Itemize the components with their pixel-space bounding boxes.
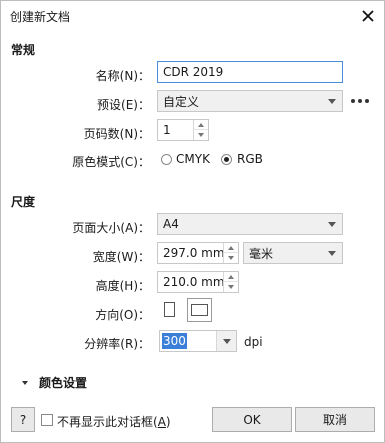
radio-rgb[interactable] <box>221 154 232 165</box>
stepper-buttons <box>223 272 238 292</box>
stepper-up-button[interactable] <box>194 120 208 130</box>
page-size-label: 页面大小(A)： <box>72 221 150 235</box>
landscape-button[interactable] <box>187 298 212 322</box>
resolution-label: 分辨率(R)： <box>84 337 150 351</box>
arrow-up-icon <box>198 122 204 127</box>
page-size-value: A4 <box>163 217 179 231</box>
pages-value: 1 <box>163 123 171 137</box>
resolution-unit: dpi <box>244 335 263 349</box>
stepper-down-button[interactable] <box>224 282 238 292</box>
cancel-label: 取消 <box>322 413 347 427</box>
width-stepper[interactable]: 297.0 mm <box>157 242 239 264</box>
width-label: 宽度(W)： <box>92 250 150 264</box>
arrow-up-icon <box>228 245 234 250</box>
arrow-down-icon <box>228 256 234 260</box>
portrait-icon[interactable] <box>164 302 175 317</box>
landscape-icon <box>191 304 208 316</box>
ok-button[interactable]: OK <box>212 407 292 432</box>
name-value: CDR 2019 <box>163 65 224 79</box>
height-label: 高度(H)： <box>95 279 150 293</box>
stepper-down-button[interactable] <box>224 253 238 263</box>
ok-label: OK <box>243 412 261 427</box>
color-settings-label: 颜色设置 <box>39 376 88 390</box>
chevron-down-icon <box>223 339 231 344</box>
resolution-dropdown-button[interactable] <box>216 331 236 351</box>
chevron-down-icon <box>328 222 336 227</box>
preset-value: 自定义 <box>163 94 200 109</box>
close-icon <box>362 10 374 22</box>
chevron-down-icon <box>328 99 336 104</box>
width-value: 297.0 mm <box>163 246 225 260</box>
triangle-right-icon <box>22 380 28 385</box>
stepper-up-button[interactable] <box>224 272 238 282</box>
stepper-buttons <box>223 243 238 263</box>
height-stepper[interactable]: 210.0 mm <box>157 271 239 293</box>
height-value: 210.0 mm <box>163 275 225 289</box>
arrow-down-icon <box>228 285 234 289</box>
help-button[interactable]: ? <box>11 407 35 432</box>
color-settings-expander[interactable]: 颜色设置 <box>20 374 87 391</box>
more-options-icon <box>351 99 355 103</box>
section-general-heading: 常规 <box>11 43 36 57</box>
pages-label: 页码数(N)： <box>83 127 150 141</box>
dont-show-again-label: 不再显示此对话框(A) <box>57 413 171 430</box>
title-bar: 创建新文档 <box>1 1 384 31</box>
create-new-document-dialog: 创建新文档 常规 名称(N)： CDR 2019 预设(E)： 自定义 页码数(… <box>0 0 385 443</box>
dont-show-again-checkbox[interactable] <box>41 414 53 426</box>
arrow-down-icon <box>198 133 204 137</box>
preset-dropdown[interactable]: 自定义 <box>157 90 343 112</box>
name-field[interactable]: CDR 2019 <box>157 61 343 83</box>
unit-dropdown[interactable]: 毫米 <box>243 242 343 264</box>
unit-value: 毫米 <box>249 246 274 261</box>
page-size-dropdown[interactable]: A4 <box>157 213 343 235</box>
section-dimensions-heading: 尺度 <box>11 195 36 209</box>
stepper-down-button[interactable] <box>194 130 208 140</box>
chevron-down-icon <box>328 251 336 256</box>
radio-rgb-label: RGB <box>237 152 263 166</box>
orientation-label: 方向(O)： <box>95 308 150 322</box>
more-options-button[interactable] <box>351 99 369 103</box>
radio-cmyk-label: CMYK <box>176 152 210 166</box>
color-mode-label: 原色模式(C)： <box>72 155 150 169</box>
pages-stepper[interactable]: 1 <box>157 119 209 141</box>
dont-show-suffix: ) <box>165 415 171 429</box>
dont-show-prefix: 不再显示此对话框( <box>57 415 158 429</box>
help-label: ? <box>19 412 27 427</box>
preset-label: 预设(E)： <box>97 98 150 112</box>
window-title: 创建新文档 <box>10 10 71 24</box>
dont-show-key: A <box>157 415 166 429</box>
name-label: 名称(N)： <box>95 69 150 83</box>
resolution-value: 300 <box>162 333 187 349</box>
close-button[interactable] <box>356 4 380 28</box>
stepper-buttons <box>193 120 208 140</box>
stepper-up-button[interactable] <box>224 243 238 253</box>
arrow-up-icon <box>228 274 234 279</box>
radio-cmyk[interactable] <box>161 154 172 165</box>
cancel-button[interactable]: 取消 <box>295 407 375 432</box>
resolution-combo[interactable]: 300 <box>159 330 237 352</box>
